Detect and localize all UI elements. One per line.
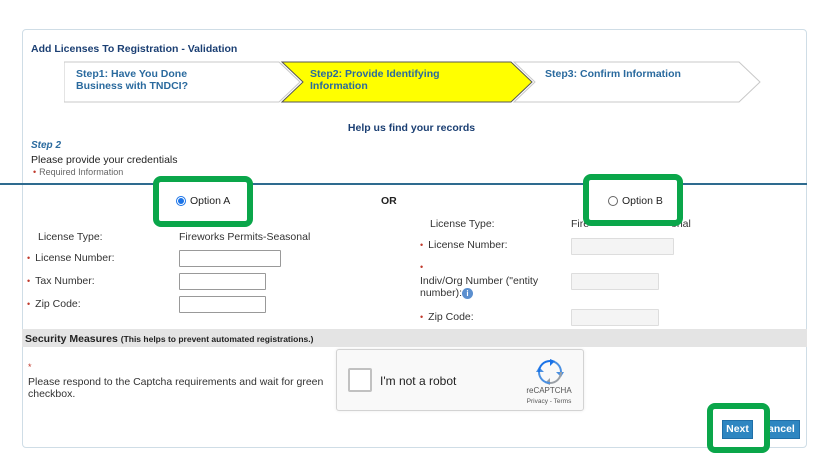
option-a-zip-label: • Zip Code: bbox=[27, 298, 81, 310]
required-mark: • bbox=[27, 276, 31, 286]
option-b-license-number-input[interactable] bbox=[571, 238, 674, 255]
required-mark: • bbox=[33, 167, 37, 177]
recaptcha-terms-link[interactable]: Terms bbox=[554, 398, 572, 405]
option-b-radio[interactable]: Option B bbox=[608, 195, 663, 207]
step2-line2: Information bbox=[310, 80, 368, 92]
option-b-license-type-label: License Type: bbox=[430, 218, 495, 230]
option-b-entity-label: Indiv/Org Number ("entity number): i bbox=[420, 275, 538, 299]
option-b-zip-input[interactable] bbox=[571, 309, 659, 326]
security-title-text: Security Measures bbox=[25, 333, 118, 345]
security-title: Security Measures (This helps to prevent… bbox=[25, 333, 313, 345]
recaptcha-logo-icon bbox=[536, 359, 564, 385]
license-number-label-text: License Number: bbox=[35, 252, 115, 264]
help-title: Help us find your records bbox=[347, 122, 476, 134]
tax-number-label-text: Tax Number: bbox=[35, 275, 95, 287]
page-title: Add Licenses To Registration - Validatio… bbox=[31, 43, 238, 55]
option-a-radio[interactable]: Option A bbox=[176, 195, 230, 207]
section-divider bbox=[0, 183, 807, 185]
recaptcha-label: I'm not a robot bbox=[380, 374, 457, 388]
required-mark: • bbox=[420, 240, 424, 250]
next-button[interactable]: Next bbox=[722, 420, 753, 439]
option-a-license-number-label: • License Number: bbox=[27, 252, 115, 264]
required-mark: • bbox=[27, 299, 31, 309]
entity-label-line1: Indiv/Org Number ("entity bbox=[420, 275, 539, 287]
option-a-license-number-input[interactable] bbox=[179, 250, 281, 267]
step1-line1: Step1: Have You Done bbox=[76, 68, 188, 80]
option-a-zip-input[interactable] bbox=[179, 296, 266, 313]
recaptcha-links: Privacy - Terms bbox=[519, 398, 579, 405]
step2-label[interactable]: Step2: Provide Identifying Information bbox=[310, 68, 440, 92]
recaptcha-widget: I'm not a robot reCAPTCHA Privacy - Term… bbox=[336, 349, 584, 411]
captcha-required-mark: * bbox=[28, 362, 32, 372]
required-info-text: Required Information bbox=[39, 167, 124, 177]
option-b-entity-input[interactable] bbox=[571, 273, 659, 290]
option-b-entity-required-mark: • bbox=[420, 262, 424, 272]
option-b-license-number-label: • License Number: bbox=[420, 239, 508, 251]
step3-label[interactable]: Step3: Confirm Information bbox=[545, 68, 681, 80]
option-a-license-type-value: Fireworks Permits-Seasonal bbox=[179, 231, 311, 243]
step1-line2: Business with TNDCI? bbox=[76, 80, 189, 92]
step1-label[interactable]: Step1: Have You Done Business with TNDCI… bbox=[76, 68, 188, 92]
recaptcha-privacy-link[interactable]: Privacy bbox=[527, 398, 548, 405]
step2-line1: Step2: Provide Identifying bbox=[310, 68, 440, 80]
radio-checked-icon bbox=[176, 196, 186, 206]
recaptcha-checkbox[interactable] bbox=[348, 368, 372, 392]
required-mark: • bbox=[420, 312, 424, 322]
step-label: Step 2 bbox=[31, 140, 62, 151]
option-a-tax-number-input[interactable] bbox=[179, 273, 266, 290]
info-icon[interactable]: i bbox=[462, 287, 474, 299]
option-a-tax-number-label: • Tax Number: bbox=[27, 275, 95, 287]
entity-label-line2: number): bbox=[420, 287, 463, 299]
zip-label-text: Zip Code: bbox=[35, 298, 81, 310]
radio-unchecked-icon bbox=[608, 196, 618, 206]
security-subtitle: (This helps to prevent automated registr… bbox=[120, 334, 314, 344]
captcha-instructions: Please respond to the Captcha requiremen… bbox=[28, 376, 324, 400]
option-a-label: Option A bbox=[190, 195, 231, 207]
required-info-note: • Required Information bbox=[33, 167, 123, 177]
option-b-label: Option B bbox=[622, 195, 663, 207]
or-separator: OR bbox=[381, 195, 397, 207]
recaptcha-brand: reCAPTCHA bbox=[526, 386, 572, 395]
step3-line1: Step3: Confirm Information bbox=[545, 68, 681, 80]
option-a-license-type-label: License Type: bbox=[38, 231, 103, 243]
required-mark: • bbox=[27, 253, 31, 263]
credentials-instructions: Please provide your credentials bbox=[31, 154, 178, 166]
option-b-zip-label: • Zip Code: bbox=[420, 311, 474, 323]
license-number-label-text: License Number: bbox=[428, 239, 508, 251]
zip-label-text: Zip Code: bbox=[428, 311, 474, 323]
